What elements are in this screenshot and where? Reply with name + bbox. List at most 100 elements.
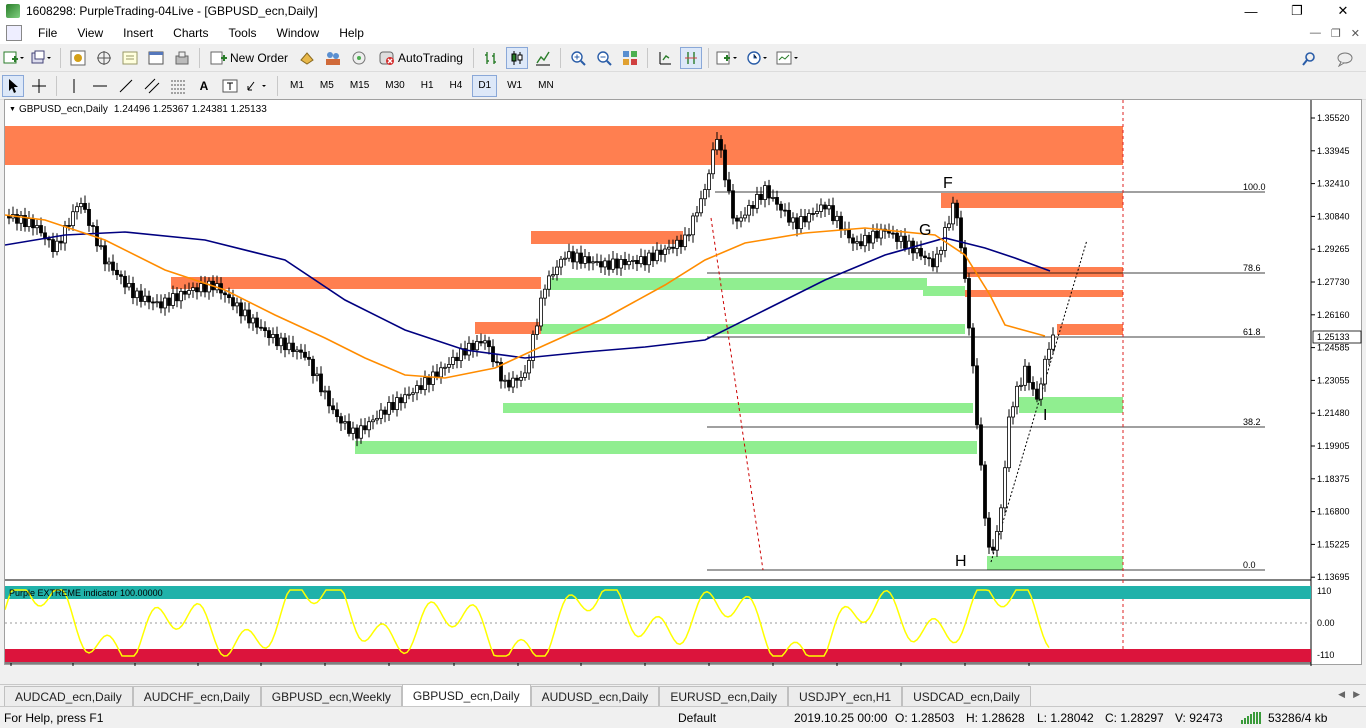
market-watch-button[interactable]	[67, 47, 89, 69]
candle-body	[87, 208, 91, 226]
tab-audcad-daily[interactable]: AUDCAD_ecn,Daily	[4, 686, 133, 706]
tab-usdjpy-h1[interactable]: USDJPY_ecn,H1	[788, 686, 903, 706]
timeframe-m30[interactable]: M30	[379, 75, 410, 97]
timeframe-w1[interactable]: W1	[501, 75, 528, 97]
candle-body	[775, 197, 779, 205]
indicators-button[interactable]	[715, 47, 741, 69]
chart-shift-button[interactable]	[654, 47, 676, 69]
candle-body	[283, 337, 287, 351]
bar-chart-button[interactable]	[480, 47, 502, 69]
fibonacci-button[interactable]	[167, 75, 189, 97]
menu-insert[interactable]: Insert	[113, 22, 163, 44]
tab-scroll-right-icon[interactable]: ▶	[1353, 689, 1360, 700]
menu-help[interactable]: Help	[329, 22, 374, 44]
new-chart-button[interactable]	[2, 47, 26, 69]
zoom-out-button[interactable]	[593, 47, 615, 69]
trendline-button[interactable]	[115, 75, 137, 97]
candle-body	[259, 326, 263, 329]
templates-button[interactable]	[775, 47, 801, 69]
candle-body	[975, 365, 979, 426]
candlestick-icon	[511, 50, 523, 65]
profiles-button[interactable]	[30, 47, 54, 69]
menu-charts[interactable]: Charts	[163, 22, 218, 44]
candle-body	[703, 189, 707, 200]
search-button[interactable]	[1298, 48, 1320, 70]
candle-body	[655, 249, 659, 262]
mdi-restore-button[interactable]: ❐	[1331, 27, 1341, 40]
metaeditor-button[interactable]	[296, 47, 318, 69]
tile-windows-button[interactable]	[619, 47, 641, 69]
candle-body	[159, 301, 163, 309]
line-chart-button[interactable]	[532, 47, 554, 69]
close-button[interactable]: ✕	[1320, 0, 1366, 22]
autoscroll-button[interactable]	[679, 46, 702, 69]
timeframe-m15[interactable]: M15	[344, 75, 375, 97]
price-chart[interactable]: 100.0 78.6 61.8 38.2 0.0 F G H I 1.35520 1.33945 1.…	[5, 100, 1363, 666]
candle-body	[27, 218, 31, 228]
zoom-in-button[interactable]	[567, 47, 589, 69]
menu-window[interactable]: Window	[267, 22, 330, 44]
timeframe-m1[interactable]: M1	[284, 75, 310, 97]
minimize-button[interactable]: —	[1228, 0, 1274, 22]
market-watch-icon	[70, 50, 86, 65]
window-controls: — ❐ ✕	[1228, 0, 1366, 22]
tab-gbpusd-weekly[interactable]: GBPUSD_ecn,Weekly	[260, 686, 402, 706]
chart-window[interactable]: 100.0 78.6 61.8 38.2 0.0 F G H I 1.35520 1.33945 1.…	[4, 99, 1363, 666]
candle-body	[607, 260, 611, 270]
crosshair-button[interactable]	[28, 75, 50, 97]
text-label-button[interactable]	[219, 75, 241, 97]
chat-button[interactable]	[1334, 48, 1356, 70]
mdi-close-button[interactable]: ✕	[1351, 27, 1360, 40]
tab-audchf-daily[interactable]: AUDCHF_ecn,Daily	[132, 686, 261, 706]
vertical-line-button[interactable]	[63, 75, 85, 97]
new-order-button[interactable]: New Order	[206, 47, 292, 69]
timeframe-m5[interactable]: M5	[314, 75, 340, 97]
tab-eurusd-daily[interactable]: EURUSD_ecn,Daily	[659, 686, 789, 706]
candle-body	[427, 377, 431, 385]
tab-audusd-daily[interactable]: AUDUSD_ecn,Daily	[530, 686, 660, 706]
menu-tools[interactable]: Tools	[219, 22, 267, 44]
timeframe-h1[interactable]: H1	[415, 75, 440, 97]
status-profile[interactable]: Default	[678, 711, 716, 725]
candle-body	[303, 351, 307, 358]
candle-body	[395, 397, 399, 411]
market-button[interactable]	[348, 47, 370, 69]
signals-button[interactable]	[322, 47, 344, 69]
data-window-button[interactable]	[93, 47, 115, 69]
candle-body	[971, 327, 975, 367]
terminal-button[interactable]	[145, 47, 167, 69]
mdi-minimize-button[interactable]: —	[1310, 27, 1321, 39]
candle-body	[83, 203, 87, 210]
candle-body	[271, 334, 275, 339]
timeframe-d1[interactable]: D1	[472, 74, 498, 97]
autotrading-button[interactable]: AutoTrading	[374, 47, 467, 69]
navigator-button[interactable]	[119, 47, 141, 69]
horizontal-line-button[interactable]	[89, 75, 111, 97]
price-axis-label: 1.13695	[1317, 572, 1350, 582]
periods-button[interactable]	[745, 47, 771, 69]
candle-body	[595, 261, 599, 263]
tab-usdcad-daily[interactable]: USDCAD_ecn,Daily	[902, 686, 1031, 706]
strategy-tester-button[interactable]	[171, 47, 193, 69]
tab-scroll-left-icon[interactable]: ◀	[1338, 689, 1345, 700]
arrows-button[interactable]	[245, 75, 271, 97]
timeframe-h4[interactable]: H4	[444, 75, 469, 97]
indicator-label: Purple EXTREME indicator 100.00000	[9, 588, 163, 598]
indicator-axis-label: 110	[1317, 586, 1331, 596]
candle-body	[1051, 334, 1055, 350]
navigator-icon	[122, 51, 138, 64]
menu-view[interactable]: View	[67, 22, 113, 44]
indicator-lower-band	[5, 649, 1311, 662]
menu-file[interactable]: File	[28, 22, 67, 44]
maximize-button[interactable]: ❐	[1274, 0, 1320, 22]
candle-body	[111, 261, 115, 271]
candlestick-chart-button[interactable]	[505, 46, 528, 69]
candle-body	[247, 309, 251, 324]
timeframe-mn[interactable]: MN	[532, 75, 560, 97]
candle-body	[447, 364, 451, 368]
tab-gbpusd-daily[interactable]: GBPUSD_ecn,Daily	[401, 684, 531, 706]
cursor-button[interactable]	[2, 74, 24, 97]
text-button[interactable]: A	[193, 75, 215, 97]
equidistant-channel-button[interactable]	[141, 75, 163, 97]
candle-body	[115, 269, 119, 276]
